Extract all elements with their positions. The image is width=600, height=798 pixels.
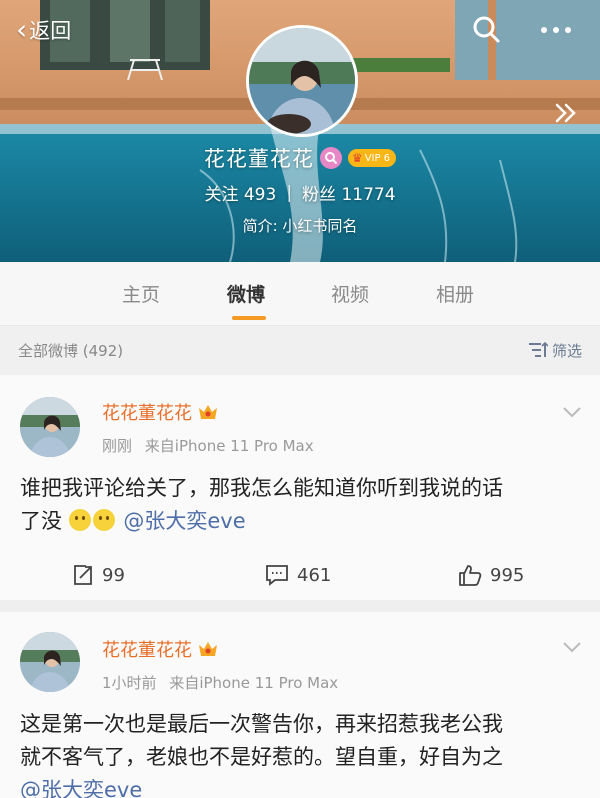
post-author[interactable]: 花花董花花 — [102, 399, 218, 425]
comment-button[interactable]: 461 — [265, 564, 331, 586]
post-source: 来自iPhone 11 Pro Max — [169, 674, 339, 692]
repost-count: 99 — [102, 564, 125, 586]
tab-album[interactable]: 相册 — [436, 280, 474, 307]
comment-icon — [266, 565, 288, 586]
repost-button[interactable]: 99 — [72, 564, 125, 586]
profile-header: ‹ 返回 花花董花花 ♛ VIP 6 关注 493 | 粉丝 11774 简介:… — [0, 0, 600, 262]
profile-stats: 关注 493 | 粉丝 11774 — [0, 180, 600, 206]
tab-weibo[interactable]: 微博 — [227, 280, 265, 307]
post-author[interactable]: 花花董花花 — [102, 636, 218, 662]
profile-bio: 简介: 小红书同名 — [242, 217, 358, 235]
post-time: 1小时前 — [102, 674, 157, 692]
post-author-name: 花花董花花 — [102, 403, 192, 424]
fans-label: 粉丝 — [302, 185, 337, 205]
post-avatar-photo — [20, 632, 80, 692]
filter-bar: 全部微博 (492) 筛选 — [0, 326, 600, 374]
post-source: 来自iPhone 11 Pro Max — [144, 437, 314, 455]
like-button[interactable]: 995 — [458, 564, 524, 586]
vip-label: VIP 6 — [364, 152, 391, 164]
post-avatar[interactable] — [20, 397, 80, 457]
chevron-down-icon[interactable] — [562, 640, 582, 654]
post-content: 谁把我评论给关了，那我怎么能知道你听到我说的话 了没 @张大奕eve — [20, 472, 584, 538]
tab-home[interactable]: 主页 — [122, 280, 160, 307]
post-text-line: 谁把我评论给关了，那我怎么能知道你听到我说的话 — [20, 476, 503, 500]
super-topic-icon[interactable] — [319, 147, 342, 169]
like-count: 995 — [490, 564, 525, 586]
profile-tabs: 主页 微博 视频 相册 — [0, 262, 600, 326]
post-avatar-photo — [20, 397, 80, 457]
mention-link[interactable]: @张大奕eve — [123, 509, 245, 533]
weibo-post[interactable]: 花花董花花 1小时前 来自iPhone 11 Pro Max 这是第一次也是最后… — [0, 612, 600, 798]
filter-button[interactable]: 筛选 — [528, 340, 582, 361]
crown-icon: ♛ — [351, 151, 363, 165]
profile-name: 花花董花花 — [203, 147, 314, 171]
avatar-photo — [249, 28, 355, 134]
chevron-down-icon[interactable] — [562, 405, 582, 419]
filter-label: 筛选 — [551, 341, 582, 360]
post-meta: 刚刚 来自iPhone 11 Pro Max — [102, 435, 314, 456]
vip-crown-icon — [199, 405, 217, 419]
chevron-left-icon: ‹ — [16, 13, 28, 46]
post-text-tail: 了没 — [20, 509, 62, 533]
thumbs-up-icon — [459, 565, 482, 586]
post-time: 刚刚 — [102, 437, 133, 455]
follow-stat[interactable]: 关注 493 — [204, 180, 276, 205]
smile-emoji-icon — [92, 509, 115, 531]
double-chevron-right-icon[interactable] — [551, 100, 583, 126]
profile-name-row: 花花董花花 ♛ VIP 6 — [0, 143, 600, 173]
post-text-line: @张大奕eve — [20, 774, 584, 798]
post-author-name: 花花董花花 — [102, 640, 192, 661]
post-text-line: 这是第一次也是最后一次警告你，再来招惹我老公我 — [20, 712, 503, 736]
all-posts-count: 全部微博 (492) — [18, 341, 124, 360]
vip-badge[interactable]: ♛ VIP 6 — [347, 149, 397, 167]
follow-label: 关注 — [204, 185, 239, 205]
smile-emoji-icon — [68, 509, 91, 531]
back-label: 返回 — [29, 19, 72, 43]
post-meta: 1小时前 来自iPhone 11 Pro Max — [102, 672, 338, 693]
post-actions: 99 461 995 — [0, 550, 600, 600]
comment-count: 461 — [297, 564, 332, 586]
filter-icon — [528, 341, 548, 357]
weibo-profile-screen: ‹ 返回 花花董花花 ♛ VIP 6 关注 493 | 粉丝 11774 简介:… — [0, 0, 600, 798]
active-tab-indicator — [232, 316, 266, 320]
post-text-line: 了没 @张大奕eve — [20, 505, 584, 538]
post-avatar[interactable] — [20, 632, 80, 692]
profile-avatar[interactable] — [246, 25, 358, 137]
search-icon[interactable] — [470, 14, 502, 46]
post-divider — [0, 600, 600, 612]
follow-count: 493 — [243, 185, 277, 205]
mention-link[interactable]: @张大奕eve — [20, 778, 142, 798]
back-button[interactable]: ‹ 返回 — [16, 12, 71, 48]
fans-stat[interactable]: 粉丝 11774 — [302, 180, 396, 205]
vip-crown-icon — [199, 642, 217, 656]
more-icon[interactable] — [536, 14, 576, 46]
tab-video[interactable]: 视频 — [331, 280, 369, 307]
stat-separator: | — [286, 182, 293, 203]
post-text-line: 就不客气了，老娘也不是好惹的。望自重，好自为之 — [20, 745, 503, 769]
repost-icon — [74, 565, 92, 585]
post-content: 这是第一次也是最后一次警告你，再来招惹我老公我 就不客气了，老娘也不是好惹的。望… — [20, 708, 584, 798]
fans-count: 11774 — [341, 185, 396, 205]
weibo-post[interactable]: 花花董花花 刚刚 来自iPhone 11 Pro Max 谁把我评论给关了，那我… — [0, 375, 600, 600]
